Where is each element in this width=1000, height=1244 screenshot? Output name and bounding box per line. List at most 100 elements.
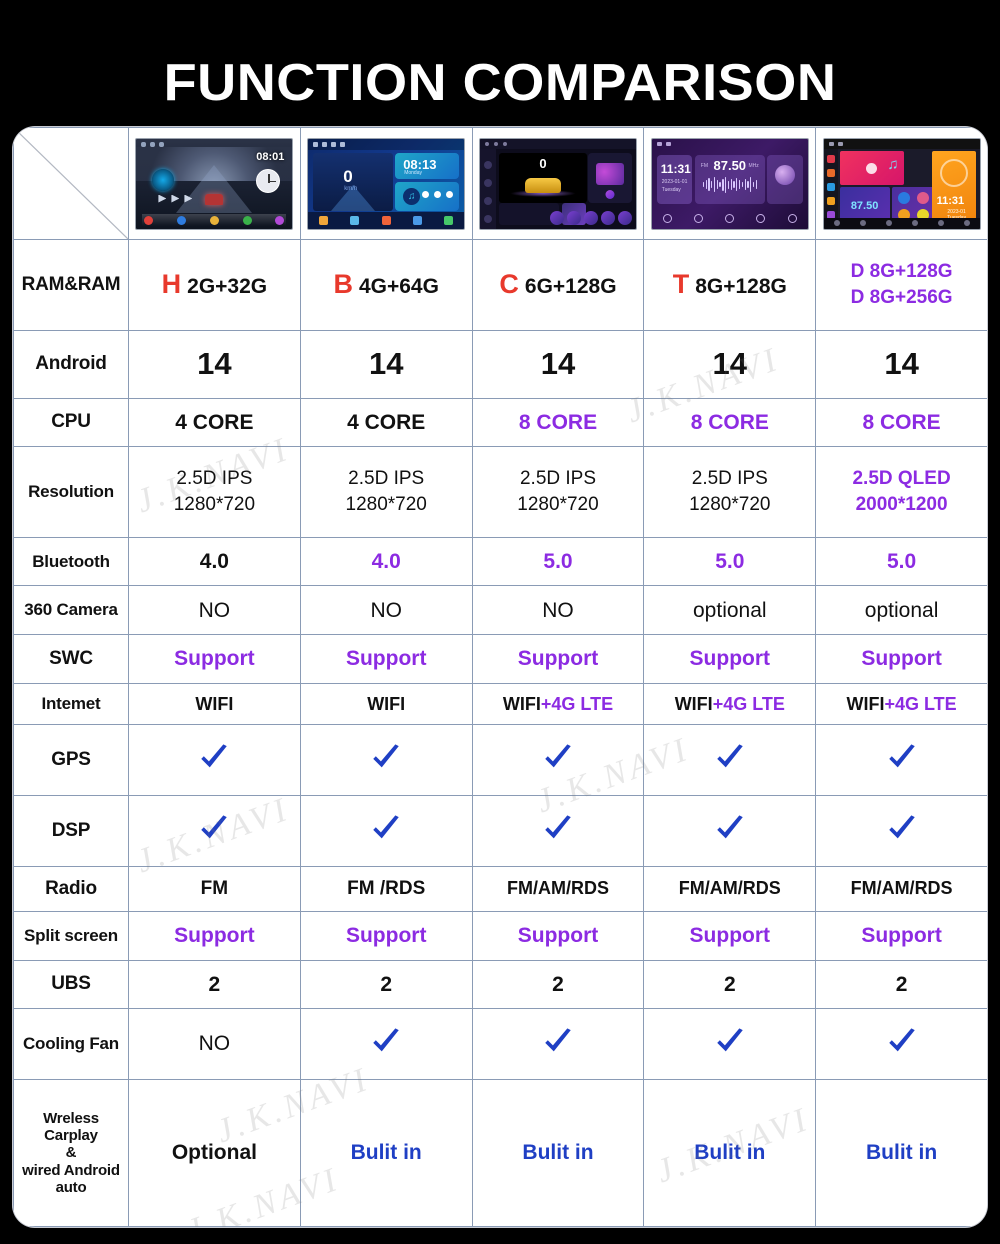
cell-cpu-b: 4 CORE [299, 397, 473, 448]
status-bar [652, 139, 808, 150]
playback-controls [422, 190, 454, 198]
value: 4 CORE [347, 410, 426, 434]
value: NO [370, 598, 402, 622]
play-button-icon[interactable] [865, 162, 877, 174]
value: Bulit in [866, 1141, 938, 1165]
screen-date: 2023-01-01 [661, 178, 688, 185]
cell-android-t: 14 [643, 329, 817, 399]
cell-fan-t [643, 1008, 817, 1080]
cell-internet-c: WIFI+4G LTE [471, 682, 645, 726]
status-bar [479, 138, 636, 149]
value-purple: +4G LTE [884, 693, 957, 714]
cell-carplay-t: Bulit in [643, 1078, 817, 1227]
value: 4.0 [371, 549, 401, 573]
value: 8 CORE [690, 410, 769, 434]
music-tile: ♫ [839, 150, 904, 185]
unit-label: MHz [748, 162, 759, 169]
checkmark-icon [197, 812, 231, 846]
table-row-cpu: CPU 4 CORE 4 CORE 8 CORE 8 CORE 8 CORE [13, 397, 987, 448]
cell-radio-h: FM [128, 866, 301, 912]
value: 4 CORE [175, 410, 254, 434]
value: 14 [884, 346, 919, 382]
label-line1: Wreless Carplay [43, 1109, 99, 1145]
status-bar [308, 138, 465, 150]
device-screen-d: ♫ 87.50 11:31 2023-01 Tuesday [822, 137, 981, 230]
play-button-icon[interactable] [605, 189, 615, 199]
cell-fan-b [299, 1008, 473, 1080]
checkmark-icon [197, 741, 231, 775]
value-line2: 1280*720 [345, 493, 427, 515]
checkmark-icon [713, 812, 747, 846]
device-thumbnail-cell-d: ♫ 87.50 11:31 2023-01 Tuesday [815, 127, 987, 240]
row-label-cooling-fan: Cooling Fan [13, 1008, 129, 1080]
table-row-resolution: Resolution 2.5D IPS 1280*720 2.5D IPS 12… [13, 446, 987, 538]
car-graphic [524, 177, 561, 193]
value: Support [689, 924, 771, 948]
cell-split-h: Support [128, 910, 301, 961]
value: Bulit in [350, 1141, 422, 1165]
comparison-table: 08:01 0 km/h 08:13 Monday ♫ 0 11:31 2023… [13, 127, 987, 1227]
music-tile [766, 154, 803, 204]
media-disc-icon [152, 168, 175, 191]
cell-resolution-b: 2.5D IPS 1280*720 [299, 446, 473, 538]
value-line2: 1280*720 [689, 493, 771, 515]
side-rail [823, 148, 838, 219]
device-screen-t: 11:31 2023-01-01 Tuesday FM 87.50 MHz [650, 137, 809, 230]
speed-panel: 0 km/h [313, 152, 394, 211]
checkmark-icon [541, 1025, 575, 1059]
bottom-nav [652, 211, 808, 227]
ram-tag-h: H [161, 268, 182, 299]
cell-gps-b [299, 724, 473, 797]
cell-camera-c: NO [471, 585, 645, 635]
ram-tag-b: B [333, 268, 353, 299]
status-bar [823, 138, 980, 149]
radio-tile: FM 87.50 MHz [694, 154, 765, 204]
cell-gps-d [815, 724, 987, 797]
ram-value-d-line2: D 8G+256G [850, 286, 953, 308]
cell-split-b: Support [299, 910, 473, 961]
value: optional [693, 598, 767, 622]
value: Support [861, 924, 942, 948]
cell-radio-d: FM/AM/RDS [815, 866, 987, 912]
side-rail [479, 148, 496, 229]
nav-bar [308, 211, 465, 229]
value: Bulit in [522, 1141, 594, 1165]
ram-value-c: 6G+128G [524, 274, 617, 298]
cell-swc-b: Support [299, 634, 473, 684]
device-thumbnail-cell-b: 0 km/h 08:13 Monday ♫ [299, 127, 473, 240]
value: FM [200, 877, 229, 899]
row-label-internet: Intemet [13, 682, 129, 726]
table-row-swc: SWC Support Support Support Support Supp… [13, 634, 987, 684]
value: 2 [552, 972, 564, 996]
row-label-bluetooth: Bluetooth [13, 536, 129, 587]
row-label-android: Android [13, 329, 129, 399]
cell-android-d: 14 [815, 329, 987, 399]
checkmark-icon [369, 812, 403, 846]
checkmark-icon [885, 812, 919, 846]
screen-time-t: 11:31 [660, 161, 691, 176]
checkmark-icon [369, 1025, 403, 1059]
cell-resolution-c: 2.5D IPS 1280*720 [471, 446, 645, 538]
cell-cpu-t: 8 CORE [643, 397, 817, 448]
cell-cpu-h: 4 CORE [128, 397, 301, 448]
value-line2: 2000*1200 [855, 493, 948, 515]
table-row-ram: RAM&RAM H 2G+32G B 4G+64G C 6G+128G T 8G… [13, 239, 987, 331]
table-row-cooling-fan: Cooling Fan NO [13, 1008, 987, 1080]
quick-app-icons [549, 210, 632, 225]
value: 14 [540, 346, 576, 382]
value: FM/AM/RDS [678, 878, 781, 899]
value: NO [542, 598, 574, 622]
checkmark-icon [541, 812, 575, 846]
device-thumbnail-cell-c: 0 [471, 127, 645, 240]
table-row-gps: GPS [13, 724, 987, 797]
cell-carplay-b: Bulit in [299, 1078, 473, 1227]
cell-dsp-h [128, 795, 301, 868]
cell-resolution-t: 2.5D IPS 1280*720 [643, 446, 817, 538]
screen-date: Monday [404, 169, 422, 176]
clock-tile: 11:31 2023-01-01 Tuesday [656, 154, 692, 204]
cell-bluetooth-b: 4.0 [299, 536, 473, 587]
music-panel: ♫ [395, 181, 460, 211]
value: 2 [380, 972, 393, 996]
cell-gps-c [471, 724, 645, 797]
table-row-dsp: DSP [13, 795, 987, 868]
